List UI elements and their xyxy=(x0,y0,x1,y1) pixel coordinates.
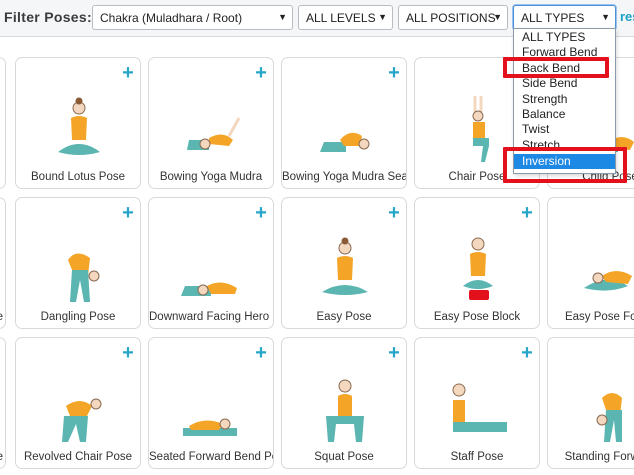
highlight-box-back-bend xyxy=(503,57,609,78)
plus-icon[interactable]: + xyxy=(254,343,268,363)
card-name: Bowing Yoga Mudra Seat xyxy=(282,171,407,183)
plus-icon[interactable]: + xyxy=(520,203,534,223)
reset-link[interactable]: reset xyxy=(620,9,634,24)
plus-icon[interactable]: + xyxy=(254,63,268,83)
pose-figure xyxy=(62,398,102,442)
plus-icon[interactable]: + xyxy=(387,343,401,363)
plus-icon[interactable]: + xyxy=(254,203,268,223)
pose-figure xyxy=(326,379,364,442)
pose-card-standing-forward[interactable]: + Standing Forward xyxy=(547,337,634,469)
option-twist[interactable]: Twist xyxy=(514,122,615,137)
card-name: Standing Forward xyxy=(564,451,634,463)
filter-label: Filter Poses: xyxy=(4,9,92,25)
option-strength[interactable]: Strength xyxy=(514,92,615,107)
pose-card-seated-forward-bend[interactable]: + Seated Forward Bend Pos xyxy=(148,337,274,469)
pose-figure xyxy=(183,418,237,436)
card-name: Staff Pose xyxy=(450,451,504,463)
pose-card-bowing-yoga-mudra[interactable]: + Bowing Yoga Mudra xyxy=(148,57,274,189)
pose-card-downward-facing-hero[interactable]: + Downward Facing Hero P xyxy=(148,197,274,329)
card-name: Easy Pose Block xyxy=(433,311,521,323)
highlight-box-inversion xyxy=(503,147,627,183)
partial-card-left[interactable]: se xyxy=(0,197,6,329)
types-select-value: ALL TYPES xyxy=(521,11,585,25)
app-root: { "filter_bar": { "label": "Filter Poses… xyxy=(0,0,634,475)
card-name: Downward Facing Hero P xyxy=(149,311,274,323)
option-side-bend[interactable]: Side Bend xyxy=(514,76,615,91)
pose-figure xyxy=(58,97,100,155)
chevron-down-icon: ▼ xyxy=(378,12,387,22)
card-name: se xyxy=(0,311,5,323)
chakra-select[interactable]: Chakra (Muladhara / Root) ▼ xyxy=(92,5,293,30)
pose-figure xyxy=(452,383,507,432)
partial-card-left[interactable] xyxy=(0,57,6,189)
pose-card-easy-block[interactable]: + Easy Pose Block xyxy=(414,197,540,329)
pose-figure xyxy=(472,96,489,162)
positions-select[interactable]: ALL POSITIONS ▼ xyxy=(398,5,508,30)
pose-card-squat[interactable]: + Squat Pose xyxy=(281,337,407,469)
pose-card-easy[interactable]: + Easy Pose xyxy=(281,197,407,329)
levels-select-value: ALL LEVELS xyxy=(306,11,376,25)
pose-card-staff[interactable]: + Staff Pose xyxy=(414,337,540,469)
plus-icon[interactable]: + xyxy=(121,203,135,223)
plus-icon[interactable]: + xyxy=(387,63,401,83)
option-all-types[interactable]: ALL TYPES xyxy=(514,30,615,45)
positions-select-value: ALL POSITIONS xyxy=(406,11,496,25)
card-name: Revolved Chair Pose xyxy=(23,451,133,463)
chevron-down-icon: ▼ xyxy=(601,12,610,22)
pose-card-easy-forward[interactable]: + Easy Pose Forwa xyxy=(547,197,634,329)
card-name: Easy Pose Forwa xyxy=(564,311,634,323)
card-name: Bound Lotus Pose xyxy=(31,171,125,183)
chevron-down-icon: ▼ xyxy=(278,12,287,22)
partial-card-left[interactable]: se xyxy=(0,337,6,469)
card-name: Bowing Yoga Mudra xyxy=(159,171,263,183)
pose-card-bowing-yoga-mudra-seat[interactable]: + Bowing Yoga Mudra Seat xyxy=(281,57,407,189)
pose-figure xyxy=(320,132,370,152)
levels-select[interactable]: ALL LEVELS ▼ xyxy=(298,5,393,30)
pose-figure xyxy=(596,393,622,442)
pose-figure xyxy=(187,117,241,150)
pose-figure xyxy=(584,271,632,291)
card-name: Seated Forward Bend Pos xyxy=(149,451,274,463)
plus-icon[interactable]: + xyxy=(520,343,534,363)
card-name: Easy Pose xyxy=(316,311,372,323)
card-name: se xyxy=(0,451,5,463)
pose-figure xyxy=(68,253,100,302)
option-balance[interactable]: Balance xyxy=(514,107,615,122)
card-name: Dangling Pose xyxy=(40,311,116,323)
plus-icon[interactable]: + xyxy=(387,203,401,223)
card-name: Squat Pose xyxy=(314,451,374,463)
pose-card-revolved-chair[interactable]: + Revolved Chair Pose xyxy=(15,337,141,469)
types-select[interactable]: ALL TYPES ▼ xyxy=(513,5,616,30)
chakra-select-value: Chakra (Muladhara / Root) xyxy=(100,11,243,25)
chevron-down-icon: ▼ xyxy=(493,12,502,22)
pose-figure xyxy=(463,237,493,300)
pose-card-bound-lotus[interactable]: + Bound Lotus Pose xyxy=(15,57,141,189)
pose-card-dangling[interactable]: + Dangling Pose xyxy=(15,197,141,329)
plus-icon[interactable]: + xyxy=(121,343,135,363)
pose-figure xyxy=(322,237,368,295)
pose-figure xyxy=(181,282,237,296)
plus-icon[interactable]: + xyxy=(121,63,135,83)
